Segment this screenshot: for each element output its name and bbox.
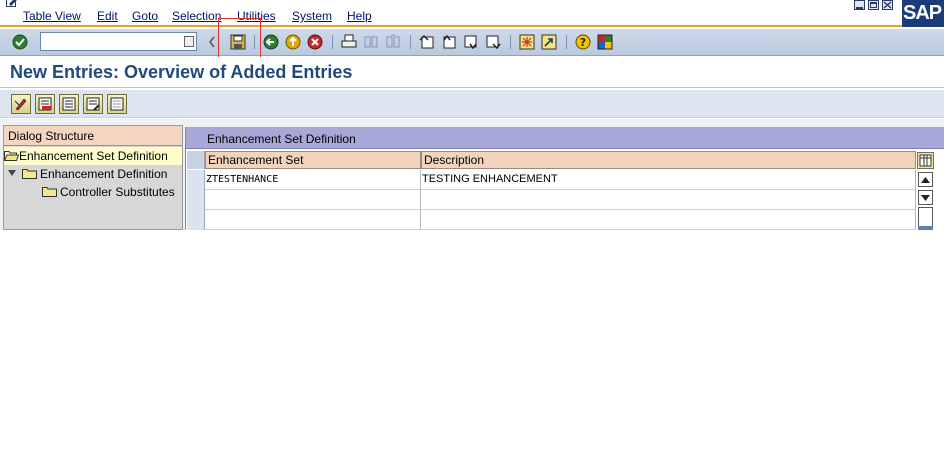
dialog-structure-panel: Dialog Structure Enhancement Set Definit…: [3, 125, 183, 230]
menu-bar: Table View Edit Goto Selection Utilities…: [0, 0, 944, 27]
menu-table-view[interactable]: Table View: [23, 9, 81, 23]
toolbar-separator: [566, 35, 567, 49]
help-icon[interactable]: ?: [574, 33, 592, 51]
table-cell-description[interactable]: [421, 210, 916, 230]
table-cell-enhancement-set[interactable]: ZTESTENHANCE: [205, 170, 421, 190]
select-all-rows-button[interactable]: [187, 151, 205, 169]
column-header-enhancement-set[interactable]: Enhancement Set: [205, 151, 421, 169]
sap-logo: SAP: [902, 0, 944, 27]
tree-item-controller-substitutes[interactable]: Controller Substitutes: [4, 183, 182, 201]
minimize-icon[interactable]: [854, 0, 865, 10]
maximize-icon[interactable]: [868, 0, 879, 10]
last-page-icon[interactable]: [484, 33, 502, 51]
cancel-icon[interactable]: [306, 33, 324, 51]
delete-icon[interactable]: [35, 94, 55, 114]
previous-page-icon[interactable]: [440, 33, 458, 51]
deselect-all-icon[interactable]: [107, 94, 127, 114]
print-icon[interactable]: [340, 33, 358, 51]
menu-edit[interactable]: Edit: [97, 9, 118, 23]
toolbar-separator: [410, 35, 411, 49]
system-menu-icon[interactable]: [6, 0, 18, 8]
table-caption: Enhancement Set Definition: [186, 127, 944, 149]
menu-goto[interactable]: Goto: [132, 9, 158, 23]
svg-text:?: ?: [580, 36, 586, 49]
sap-window: Table View Edit Goto Selection Utilities…: [0, 0, 944, 230]
menu-system[interactable]: System: [292, 9, 332, 23]
toolbar-separator: [332, 35, 333, 49]
column-header-label: Enhancement Set: [208, 153, 304, 167]
row-selector[interactable]: [187, 210, 205, 230]
create-session-icon[interactable]: [518, 33, 536, 51]
close-icon[interactable]: [882, 0, 893, 10]
table-cell-enhancement-set[interactable]: [205, 190, 421, 210]
application-toolbar: [0, 90, 944, 118]
row-selector[interactable]: [187, 190, 205, 210]
menu-help[interactable]: Help: [347, 9, 372, 23]
command-input[interactable]: [41, 33, 181, 50]
page-title: New Entries: Overview of Added Entries: [10, 62, 353, 82]
tree-item-enhancement-definition[interactable]: Enhancement Definition: [4, 165, 182, 183]
title-bar: New Entries: Overview of Added Entries: [0, 57, 944, 88]
find-next-icon: [384, 33, 402, 51]
table-cell-enhancement-set[interactable]: [205, 210, 421, 230]
tree-item-enhancement-set-definition[interactable]: Enhancement Set Definition: [4, 147, 182, 165]
folder-open-icon: [4, 151, 19, 161]
column-header-description[interactable]: Description: [421, 151, 916, 169]
change-display-icon[interactable]: [11, 94, 31, 114]
dialog-structure-title: Dialog Structure: [8, 129, 95, 143]
folder-icon: [42, 187, 57, 197]
back-icon[interactable]: [262, 33, 280, 51]
select-all-icon[interactable]: [59, 94, 79, 114]
scroll-up-icon[interactable]: [918, 172, 933, 187]
scroll-down-icon[interactable]: [918, 190, 933, 205]
create-shortcut-icon[interactable]: [540, 33, 558, 51]
command-arrow-icon[interactable]: [206, 33, 218, 51]
table-cell-description[interactable]: TESTING ENHANCEMENT: [421, 170, 916, 190]
select-block-icon[interactable]: [83, 94, 103, 114]
standard-toolbar: ?: [0, 29, 944, 56]
tree-item-label: Enhancement Definition: [40, 167, 168, 181]
tree-item-label: Controller Substitutes: [60, 185, 175, 199]
next-page-icon[interactable]: [462, 33, 480, 51]
dialog-structure-header: Dialog Structure: [4, 126, 182, 146]
toolbar-separator: [510, 35, 511, 49]
find-icon: [362, 33, 380, 51]
window-controls: [854, 0, 893, 10]
row-selector[interactable]: [187, 170, 205, 190]
table-control: Enhancement Set Definition Enhancement S…: [185, 127, 944, 230]
exit-icon[interactable]: [284, 33, 302, 51]
enter-icon[interactable]: [11, 33, 29, 51]
customize-layout-icon[interactable]: [596, 33, 614, 51]
command-field[interactable]: [40, 32, 197, 51]
folder-icon: [22, 169, 37, 179]
table-settings-icon[interactable]: [917, 152, 934, 169]
first-page-icon[interactable]: [418, 33, 436, 51]
column-header-label: Description: [424, 153, 485, 167]
scrollbar-thumb[interactable]: [918, 226, 933, 230]
tree-item-label: Enhancement Set Definition: [19, 149, 168, 163]
table-cell-description[interactable]: [421, 190, 916, 210]
menu-selection[interactable]: Selection: [172, 9, 221, 23]
expand-arrow-icon[interactable]: [8, 170, 16, 176]
command-history-icon[interactable]: [184, 36, 194, 47]
table-caption-text: Enhancement Set Definition: [207, 132, 356, 146]
